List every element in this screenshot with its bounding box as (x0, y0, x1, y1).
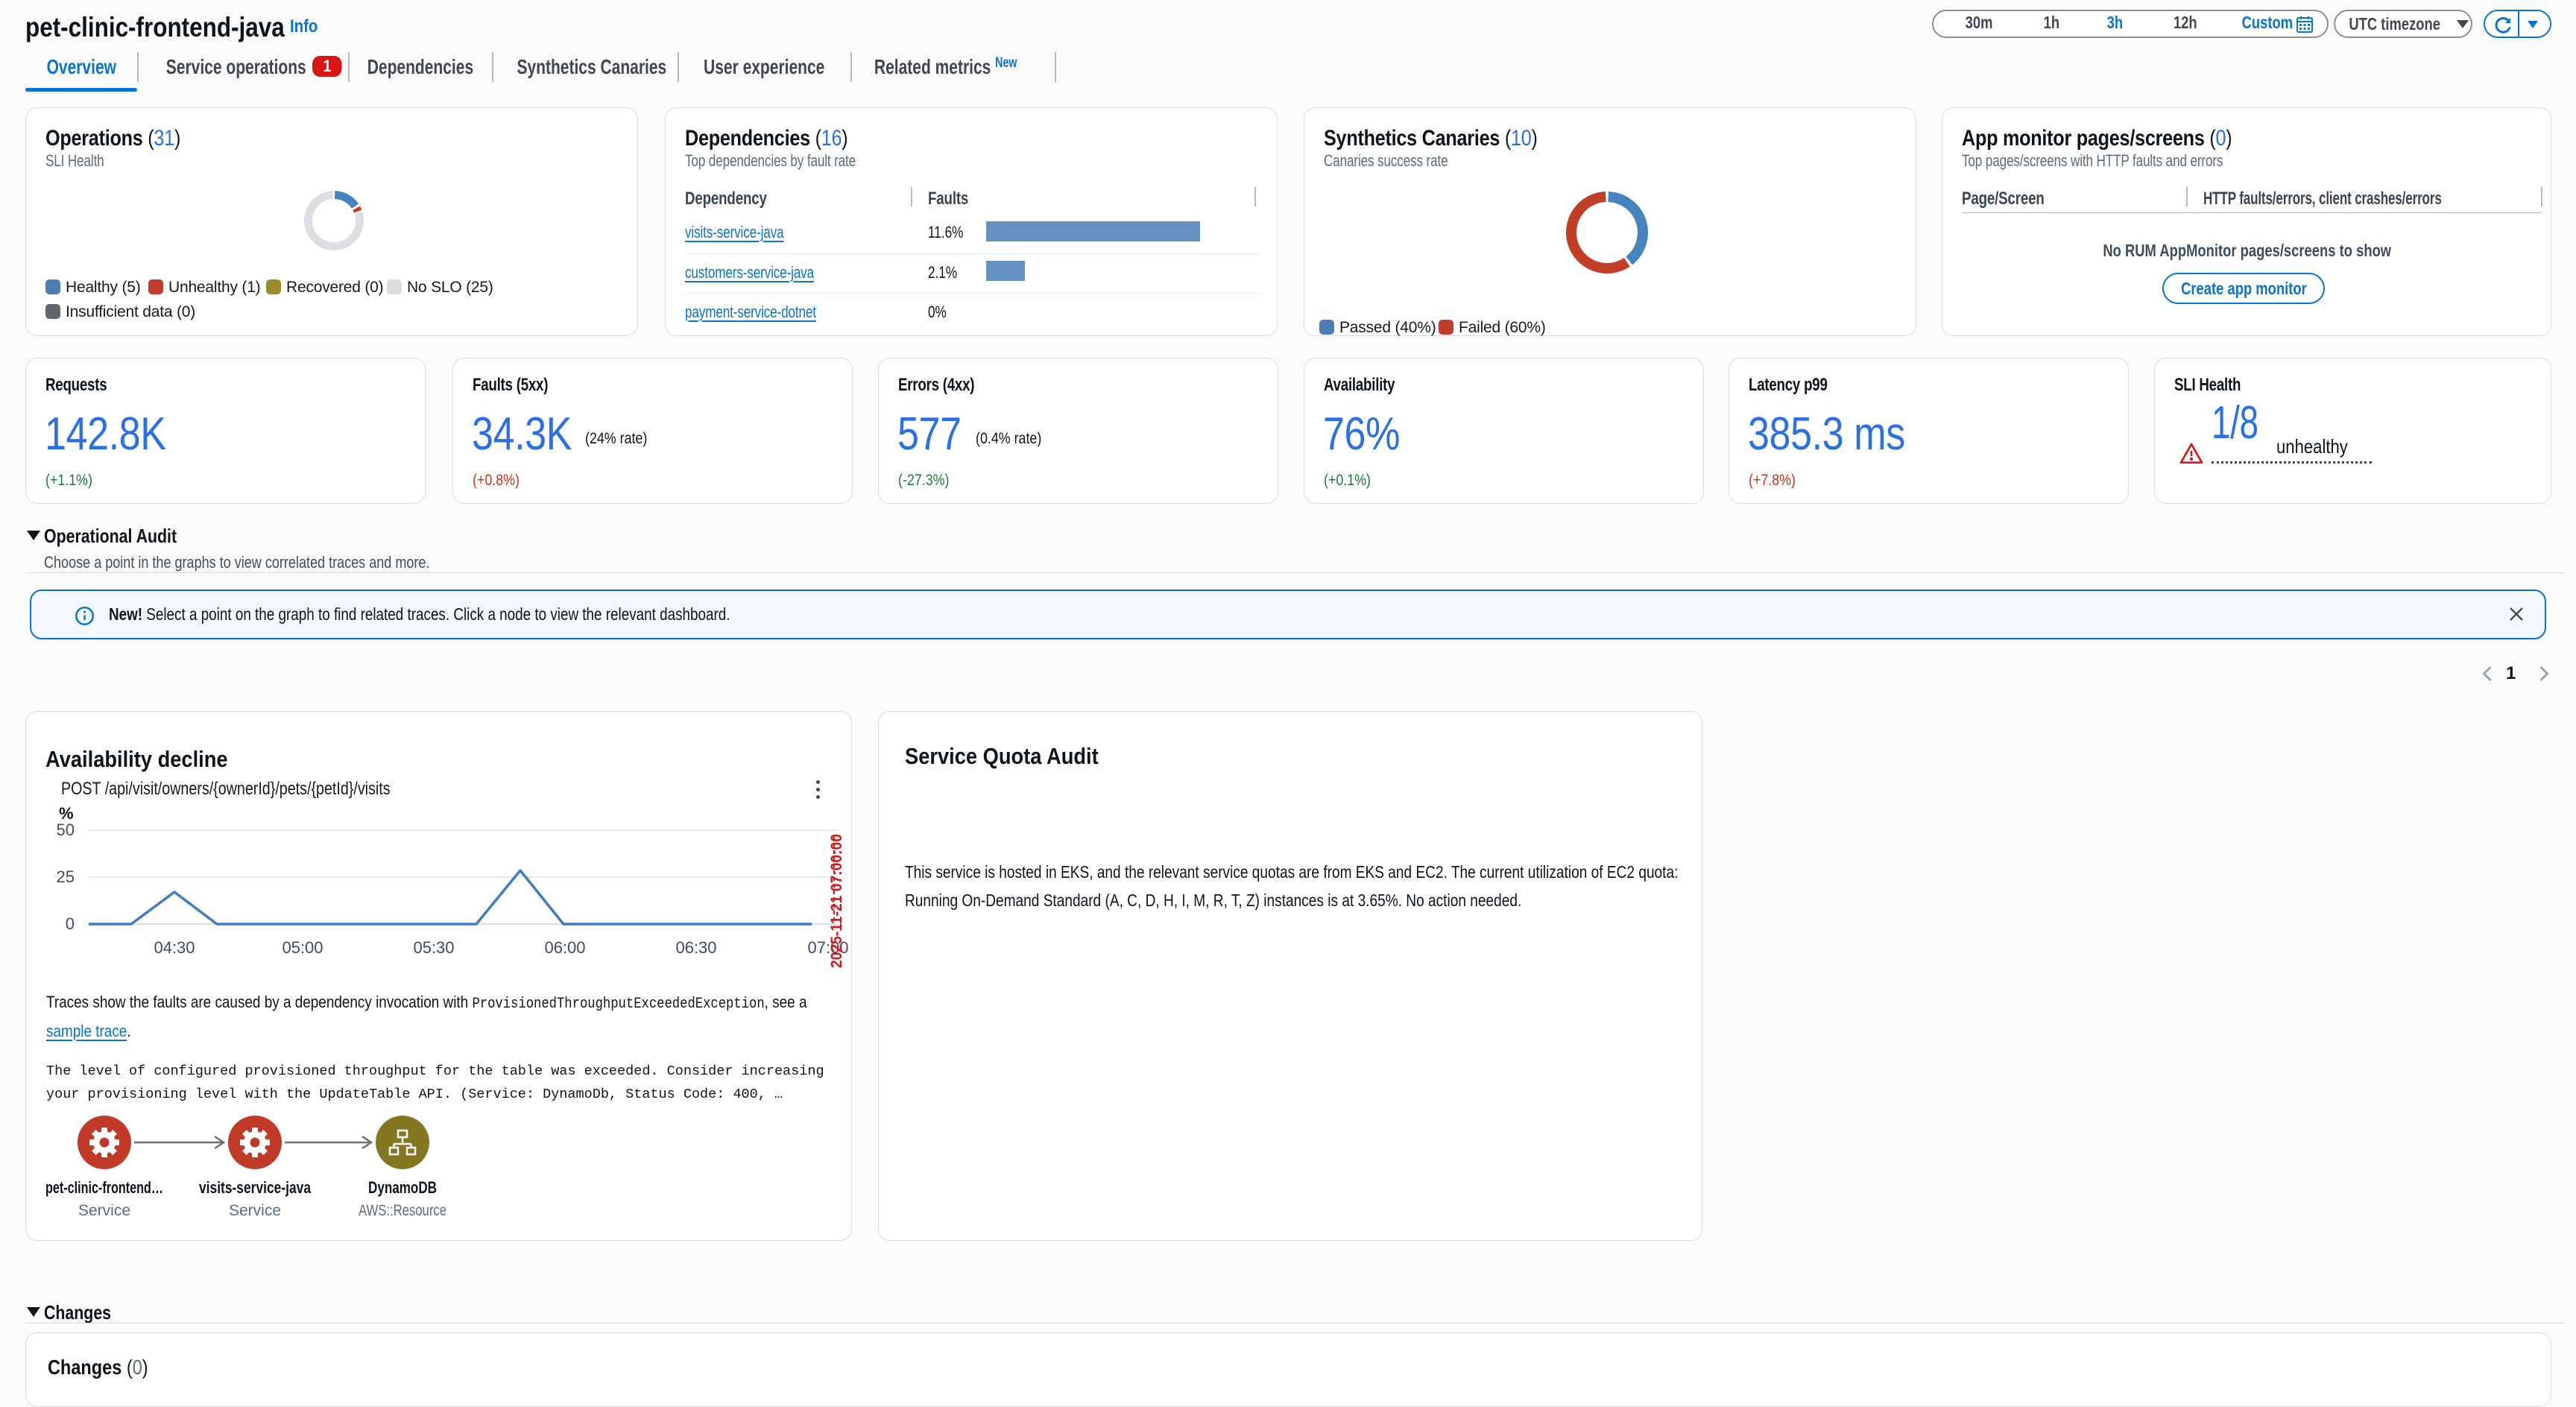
svg-text:05:30: 05:30 (413, 938, 454, 957)
svg-text:05:00: 05:00 (282, 938, 323, 957)
svg-text:Service: Service (78, 1202, 130, 1219)
svg-text:06:30: 06:30 (675, 938, 716, 957)
svg-text:pet-clinic-frontend…: pet-clinic-frontend… (45, 1178, 163, 1197)
svg-text:2025-11-21 07:00:00: 2025-11-21 07:00:00 (828, 834, 845, 968)
svg-text:06:00: 06:00 (544, 938, 585, 957)
svg-text:04:30: 04:30 (154, 938, 195, 957)
svg-text:50: 50 (57, 821, 75, 839)
svg-text:0: 0 (66, 914, 75, 933)
svg-text:visits-service-java: visits-service-java (199, 1178, 312, 1197)
svg-text:AWS::Resource: AWS::Resource (359, 1202, 446, 1219)
svg-text:DynamoDB: DynamoDB (368, 1178, 437, 1197)
svg-text:25: 25 (57, 867, 75, 886)
svg-text:Service: Service (229, 1202, 281, 1219)
